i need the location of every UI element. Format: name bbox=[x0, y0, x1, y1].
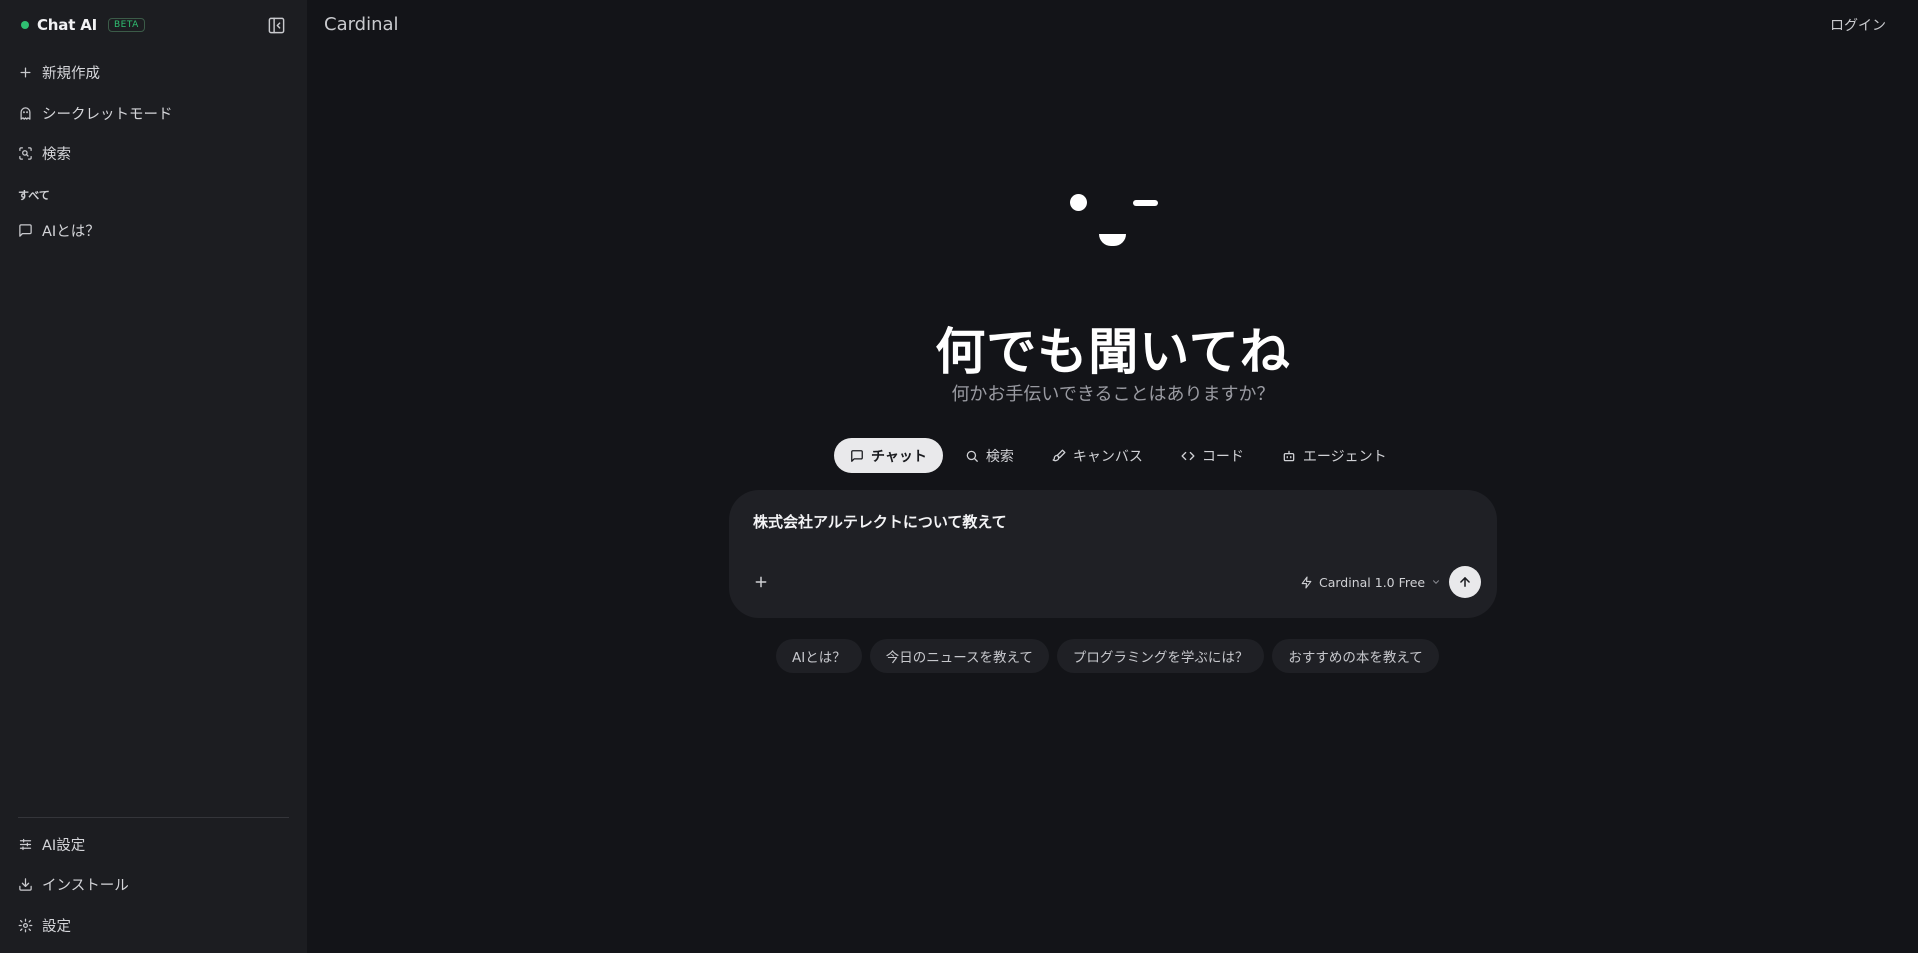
sidebar: Chat AI BETA 新規作成 シークレットモード 検索 すべて AIとは？… bbox=[0, 0, 307, 953]
install-button[interactable]: インストール bbox=[18, 872, 129, 896]
app-title: Cardinal bbox=[324, 14, 399, 35]
tab-code-label: コード bbox=[1201, 448, 1244, 465]
tab-agent-label: エージェント bbox=[1302, 448, 1387, 465]
install-label: インストール bbox=[42, 877, 129, 894]
lightning-icon bbox=[1301, 576, 1312, 588]
settings-label: 設定 bbox=[42, 918, 71, 935]
tab-search-label: 検索 bbox=[985, 448, 1014, 465]
secret-mode-label: シークレットモード bbox=[42, 106, 173, 123]
attach-button[interactable] bbox=[749, 570, 773, 594]
code-icon bbox=[1181, 451, 1195, 460]
suggestion-chip[interactable]: プログラミングを学ぶには？ bbox=[1056, 639, 1265, 673]
history-item-label: AIとは？ bbox=[42, 223, 100, 240]
brush-icon bbox=[1052, 449, 1066, 461]
new-chat-button[interactable]: 新規作成 bbox=[18, 60, 100, 84]
message-composer: Cardinal 1.0 Free bbox=[729, 490, 1497, 618]
suggestion-chip[interactable]: おすすめの本を教えて bbox=[1272, 639, 1439, 673]
tab-agent[interactable]: エージェント bbox=[1266, 438, 1403, 473]
section-label-all: すべて bbox=[18, 189, 50, 202]
ghost-icon bbox=[20, 106, 31, 120]
bot-icon bbox=[1283, 450, 1295, 461]
tab-canvas[interactable]: キャンバス bbox=[1036, 438, 1159, 473]
settings-button[interactable]: 設定 bbox=[18, 913, 71, 937]
brand: Chat AI BETA bbox=[21, 14, 145, 36]
sidebar-collapse-icon bbox=[268, 17, 284, 33]
face-eye-left bbox=[1070, 194, 1087, 211]
sidebar-divider bbox=[18, 817, 289, 818]
search-icon bbox=[966, 450, 978, 462]
message-input[interactable] bbox=[753, 512, 1453, 530]
face-logo bbox=[1068, 192, 1162, 250]
tab-search[interactable]: 検索 bbox=[949, 438, 1030, 473]
scan-search-icon bbox=[19, 146, 32, 160]
ai-settings-label: AI設定 bbox=[42, 837, 86, 854]
status-dot bbox=[21, 21, 29, 29]
page-headline: 何でも聞いてね bbox=[935, 323, 1291, 381]
sidebar-search-button[interactable]: 検索 bbox=[18, 141, 71, 165]
secret-mode-button[interactable]: シークレットモード bbox=[18, 101, 173, 125]
new-chat-label: 新規作成 bbox=[42, 65, 100, 82]
mode-tabs: チャット 検索 キャンバス コード エージェント bbox=[834, 438, 1403, 473]
suggestion-chip[interactable]: AIとは？ bbox=[776, 639, 862, 673]
plus-icon bbox=[20, 67, 31, 77]
tab-code[interactable]: コード bbox=[1165, 438, 1260, 473]
suggestion-chips: AIとは？ 今日のニュースを教えて プログラミングを学ぶには？ おすすめの本を教… bbox=[776, 639, 1439, 673]
tab-chat-label: チャット bbox=[871, 448, 927, 465]
tab-chat[interactable]: チャット bbox=[834, 438, 943, 473]
collapse-sidebar-button[interactable] bbox=[266, 15, 286, 35]
message-icon bbox=[19, 223, 32, 237]
face-eye-right bbox=[1133, 200, 1158, 206]
sliders-icon bbox=[19, 838, 32, 850]
beta-badge: BETA bbox=[108, 18, 145, 32]
download-icon bbox=[19, 877, 32, 891]
page-subheadline: 何かお手伝いできることはありますか？ bbox=[951, 384, 1275, 405]
sidebar-search-label: 検索 bbox=[42, 146, 71, 163]
gear-icon bbox=[18, 918, 33, 932]
send-button[interactable] bbox=[1449, 566, 1481, 598]
arrow-up-icon bbox=[1460, 577, 1470, 587]
brand-name: Chat AI bbox=[37, 16, 97, 34]
tab-canvas-label: キャンバス bbox=[1072, 448, 1143, 465]
face-mouth bbox=[1099, 234, 1126, 246]
plus-icon bbox=[755, 576, 767, 588]
ai-settings-button[interactable]: AI設定 bbox=[18, 832, 85, 856]
login-button[interactable]: ログイン bbox=[1830, 15, 1886, 35]
model-selector-label: Cardinal 1.0 Free bbox=[1319, 574, 1426, 590]
model-selector[interactable]: Cardinal 1.0 Free bbox=[1300, 570, 1441, 594]
suggestion-chip[interactable]: 今日のニュースを教えて bbox=[869, 639, 1049, 673]
message-icon bbox=[851, 449, 863, 462]
chevron-down-icon bbox=[1433, 580, 1440, 584]
history-item[interactable]: AIとは？ bbox=[18, 218, 100, 242]
